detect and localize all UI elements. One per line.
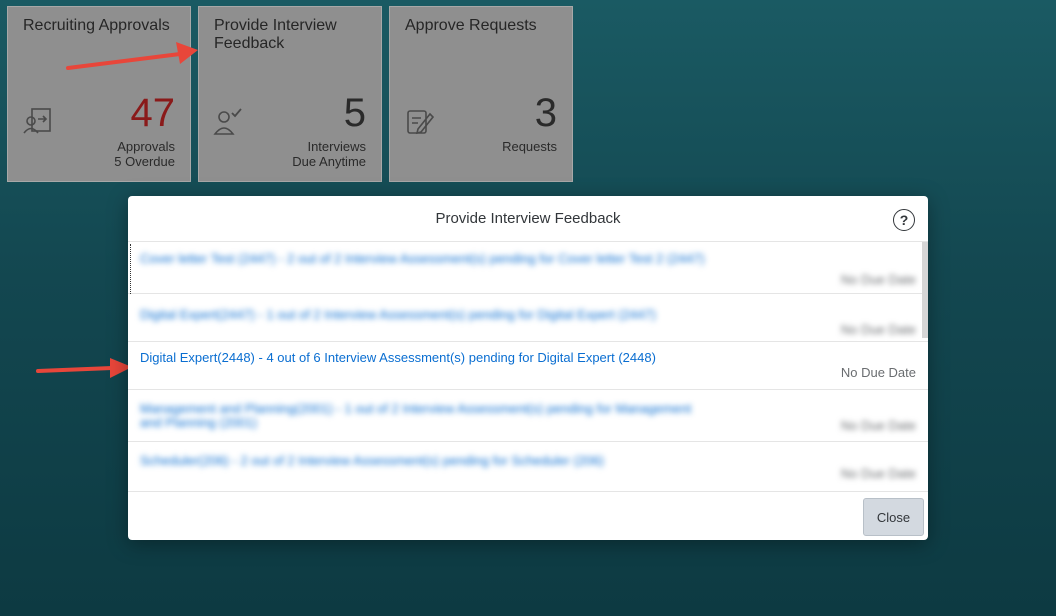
approvals-icon [23,108,51,134]
list-item[interactable]: Digital Expert(2448) - 4 out of 6 Interv… [128,342,928,390]
tile-count: 5 [343,91,366,135]
annotation-arrow-icon [36,358,132,378]
list-item[interactable]: Management and Planning(2001) - 1 out of… [128,390,928,442]
tile-count: 3 [534,91,557,135]
tile-count: 47 [130,91,176,135]
list-item-due: No Due Date [840,466,916,481]
tile-unit-line1: Requests [502,139,557,154]
tile-unit-line1: Approvals [117,139,175,154]
interview-user-check-icon [213,108,242,135]
tile-provide-interview-feedback[interactable]: Provide Interview Feedback 5 Interviews … [198,6,382,182]
tile-recruiting-approvals[interactable]: Recruiting Approvals 47 Approvals 5 Over… [7,6,191,182]
list-item-due: No Due Date [840,272,916,287]
tile-unit: Approvals 5 Overdue [114,139,175,169]
focus-indicator [130,244,132,294]
dialog-footer: Close [128,491,928,540]
tile-unit-line2: 5 Overdue [114,154,175,169]
tile-title: Provide Interview Feedback [214,17,337,52]
tile-unit: Interviews Due Anytime [292,139,366,169]
annotation-arrow-icon [66,42,198,70]
dialog-title: Provide Interview Feedback [435,210,621,227]
list-item[interactable]: Scheduler(206) - 2 out of 2 Interview As… [128,442,928,488]
tile-unit: Requests [502,139,557,154]
list-item-due: No Due Date [840,365,916,380]
document-edit-icon [407,110,435,135]
dialog-header: Provide Interview Feedback ? [128,196,928,242]
list-item-due: No Due Date [840,322,916,337]
list-scrollbar[interactable] [922,242,928,338]
interview-feedback-dialog: Provide Interview Feedback ? Cover lette… [128,196,928,540]
help-icon[interactable]: ? [893,209,915,231]
list-item-due: No Due Date [840,418,916,433]
tile-unit-line1: Interviews [307,139,366,154]
list-item[interactable]: Cover letter Test (2447) - 2 out of 2 In… [128,242,928,294]
list-item-title[interactable]: Cover letter Test (2447) - 2 out of 2 In… [140,252,740,266]
list-item-title[interactable]: Management and Planning(2001) - 1 out of… [140,402,700,430]
tile-title: Approve Requests [405,17,537,34]
list-item-title[interactable]: Digital Expert(2448) - 4 out of 6 Interv… [140,351,900,365]
feedback-list: Cover letter Test (2447) - 2 out of 2 In… [128,242,928,488]
list-item-title[interactable]: Digital Expert(2447) - 1 out of 2 Interv… [140,308,740,322]
close-button[interactable]: Close [863,498,924,536]
list-item-title[interactable]: Scheduler(206) - 2 out of 2 Interview As… [140,454,740,468]
tile-approve-requests[interactable]: Approve Requests 3 Requests [389,6,573,182]
tile-unit-line2: Due Anytime [292,154,366,169]
list-item[interactable]: Digital Expert(2447) - 1 out of 2 Interv… [128,294,928,342]
tile-title: Recruiting Approvals [23,17,170,34]
